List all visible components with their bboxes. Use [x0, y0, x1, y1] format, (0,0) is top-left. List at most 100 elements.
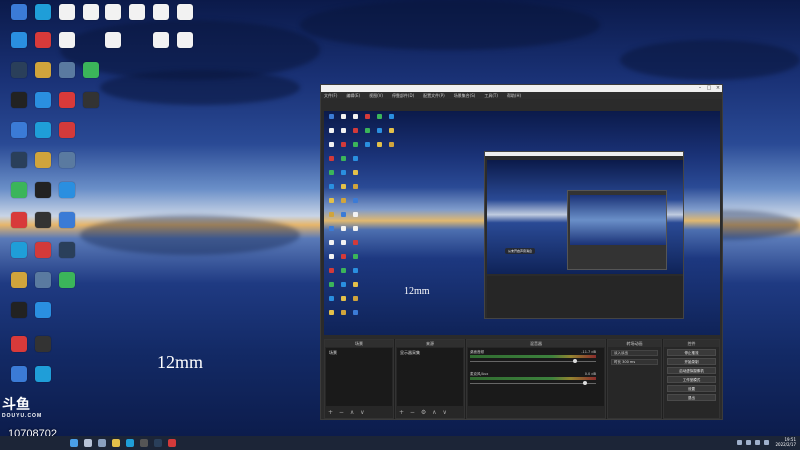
maximize-icon[interactable]: □ — [705, 85, 713, 92]
desktop-icon[interactable] — [54, 32, 80, 48]
volume-slider[interactable] — [470, 383, 596, 384]
desktop-icon[interactable] — [6, 92, 32, 108]
desktop-icon[interactable] — [6, 336, 32, 352]
source-item[interactable]: 显示器采集 — [397, 348, 463, 358]
desktop-icon[interactable] — [6, 272, 32, 288]
transition-duration-field[interactable]: 时长 300 ms — [611, 359, 658, 365]
clock-date: 2022/2/17 — [775, 442, 796, 447]
preview-icon — [329, 170, 334, 175]
obs-taskbar-icon[interactable] — [140, 439, 148, 447]
virtual-camera-button[interactable]: 启动虚拟摄像机 — [667, 367, 716, 374]
menu-item[interactable]: 文件(F) — [324, 92, 337, 99]
desktop-icon[interactable] — [172, 4, 198, 20]
app-icon — [35, 152, 51, 168]
menu-item[interactable]: 帮助(H) — [507, 92, 521, 99]
steam-taskbar-icon[interactable] — [154, 439, 162, 447]
tray-chevron-icon[interactable] — [737, 439, 743, 445]
desktop-icon[interactable] — [148, 32, 174, 48]
studio-mode-button[interactable]: 工作室模式 — [667, 376, 716, 383]
desktop-icon[interactable] — [54, 92, 80, 108]
volume-slider[interactable] — [470, 361, 596, 362]
exit-button[interactable]: 退出 — [667, 394, 716, 401]
stop-streaming-button[interactable]: 停止推流 — [667, 349, 716, 356]
menu-item[interactable]: 场景集合(S) — [454, 92, 476, 99]
desktop-icon[interactable] — [78, 92, 104, 108]
desktop-icon[interactable] — [124, 4, 150, 20]
desktop-icon[interactable] — [6, 122, 32, 138]
desktop-icon[interactable] — [54, 152, 80, 168]
desktop-icon[interactable] — [30, 92, 56, 108]
desktop-icon[interactable] — [6, 302, 32, 318]
app-icon — [105, 32, 121, 48]
network-icon[interactable] — [746, 439, 752, 445]
close-icon[interactable]: × — [714, 85, 722, 92]
desktop-icon[interactable] — [30, 32, 56, 48]
desktop-icon[interactable] — [6, 366, 32, 382]
desktop-icon[interactable] — [6, 242, 32, 258]
desktop-icon[interactable] — [172, 32, 198, 48]
search-icon[interactable] — [84, 439, 92, 447]
preview-icon — [329, 254, 334, 259]
preview-icon — [389, 142, 394, 147]
menu-item[interactable]: 配置文件(P) — [423, 92, 445, 99]
desktop-icon[interactable] — [30, 4, 56, 20]
menu-item[interactable]: 工具(T) — [484, 92, 498, 99]
desktop-icon[interactable] — [54, 4, 80, 20]
netease-music-taskbar-icon[interactable] — [168, 439, 176, 447]
preview-icon — [341, 296, 346, 301]
desktop-icon[interactable] — [54, 272, 80, 288]
desktop-icon[interactable] — [30, 122, 56, 138]
desktop-icon[interactable] — [30, 302, 56, 318]
desktop-icon[interactable] — [30, 272, 56, 288]
desktop-icon[interactable] — [6, 4, 32, 20]
desktop-icon[interactable] — [54, 182, 80, 198]
app-icon — [59, 62, 75, 78]
minimize-icon[interactable]: – — [696, 85, 704, 92]
taskbar-clock[interactable]: 19:51 2022/2/17 — [775, 437, 796, 447]
desktop-icon[interactable] — [100, 4, 126, 20]
settings-button[interactable]: 设置 — [667, 385, 716, 392]
volume-slider-knob[interactable] — [583, 381, 588, 385]
desktop-icon[interactable] — [6, 212, 32, 228]
scene-item[interactable]: 场景 — [326, 348, 392, 358]
start-icon[interactable] — [70, 439, 78, 447]
preview-icon — [341, 170, 346, 175]
file-explorer-icon[interactable] — [112, 439, 120, 447]
task-view-icon[interactable] — [98, 439, 106, 447]
desktop-icon[interactable] — [30, 242, 56, 258]
start-recording-button[interactable]: 开始录制 — [667, 358, 716, 365]
desktop-icon[interactable] — [78, 62, 104, 78]
desktop-icon[interactable] — [6, 32, 32, 48]
desktop-icon[interactable] — [30, 152, 56, 168]
app-icon — [59, 152, 75, 168]
obs-titlebar[interactable]: – □ × — [321, 85, 722, 92]
menu-item[interactable]: 视图(V) — [369, 92, 383, 99]
desktop-icon[interactable] — [100, 32, 126, 48]
menu-item[interactable]: 停靠部件(D) — [392, 92, 414, 99]
app-icon — [35, 336, 51, 352]
desktop-icon[interactable] — [30, 182, 56, 198]
preview-icon — [353, 240, 358, 245]
volume-slider-knob[interactable] — [573, 359, 578, 363]
menu-item[interactable]: 编辑(E) — [346, 92, 360, 99]
desktop-icon[interactable] — [6, 152, 32, 168]
obs-window[interactable]: – □ × 文件(F) 编辑(E) 视图(V) 停靠部件(D) 配置文件(P) 场景集合(… — [320, 84, 723, 420]
stream-watermark: 12mm — [157, 352, 204, 372]
desktop-icon[interactable] — [148, 4, 174, 20]
desktop-icon[interactable] — [30, 212, 56, 228]
desktop-icon[interactable] — [30, 366, 56, 382]
edge-icon[interactable] — [126, 439, 134, 447]
obs-preview[interactable]: 12mm 从未开启声音消息 — [324, 111, 720, 335]
desktop-icon[interactable] — [6, 62, 32, 78]
desktop-icon[interactable] — [54, 212, 80, 228]
input-method-icon[interactable] — [764, 439, 770, 445]
desktop-icon[interactable] — [54, 242, 80, 258]
transition-type-select[interactable]: 淡入淡出 — [611, 350, 658, 356]
desktop-icon[interactable] — [30, 336, 56, 352]
desktop-icon[interactable] — [54, 62, 80, 78]
desktop-icon[interactable] — [54, 122, 80, 138]
volume-icon[interactable] — [755, 439, 761, 445]
preview-icon — [353, 198, 358, 203]
desktop-icon[interactable] — [6, 182, 32, 198]
desktop-icon[interactable] — [30, 62, 56, 78]
